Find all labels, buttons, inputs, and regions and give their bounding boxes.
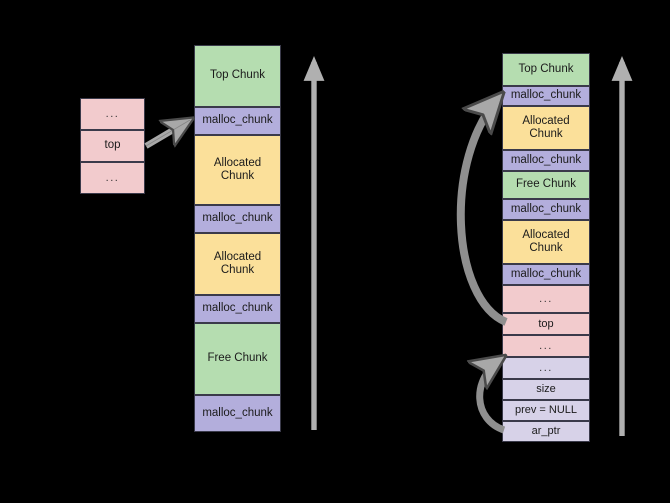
chunk-allocated: Allocated Chunk — [194, 135, 281, 205]
list-item: ... — [80, 98, 145, 130]
struct-field: ... — [502, 357, 590, 379]
chunk-label: malloc_chunk — [510, 267, 582, 280]
chunk-top: Top Chunk — [502, 53, 590, 86]
heap-after: Top Chunk malloc_chunk Allocated Chunk ma… — [502, 53, 590, 442]
chunk-label: Free Chunk — [207, 352, 268, 365]
chunk-header: malloc_chunk — [194, 295, 281, 323]
chunk-header: malloc_chunk — [194, 205, 281, 233]
chunk-header: malloc_chunk — [502, 264, 590, 285]
chunk-label: Allocated Chunk — [522, 114, 570, 140]
chunk-label: Allocated Chunk — [213, 250, 262, 276]
struct-field: ... — [502, 335, 590, 357]
struct-field-label: prev = NULL — [514, 404, 578, 417]
chunk-label: malloc_chunk — [510, 89, 582, 102]
chunk-label: Free Chunk — [515, 178, 577, 191]
chunk-label: malloc_chunk — [510, 202, 582, 215]
chunk-free: Free Chunk — [194, 323, 281, 395]
diagram-canvas: ... top ... Top Chunk malloc_chunk Alloc… — [0, 0, 670, 503]
chunk-allocated: Allocated Chunk — [502, 106, 590, 150]
chunk-label: malloc_chunk — [202, 212, 273, 225]
ar-ptr-curve-arrow — [480, 358, 504, 434]
heap-before: Top Chunk malloc_chunk Allocated Chunk ma… — [194, 45, 281, 432]
chunk-allocated: Allocated Chunk — [502, 220, 590, 264]
top-pointer-arrow — [144, 120, 190, 149]
struct-field-label: ar_ptr — [531, 425, 561, 438]
struct-field-size: size — [502, 379, 590, 400]
chunk-label: malloc_chunk — [510, 153, 582, 166]
struct-field-label: size — [536, 383, 556, 396]
list-item-label: top — [104, 139, 121, 152]
chunk-allocated: Allocated Chunk — [194, 233, 281, 295]
chunk-label: malloc_chunk — [202, 406, 273, 419]
struct-field-label: top — [538, 317, 554, 330]
list-item-label: ... — [105, 171, 120, 184]
top-pointer-curve-arrow — [456, 96, 508, 326]
struct-field-label: ... — [539, 361, 553, 374]
chunk-header: malloc_chunk — [194, 107, 281, 135]
struct-field-ar-ptr: ar_ptr — [502, 421, 590, 442]
arena-struct-left: ... top ... — [80, 98, 145, 194]
struct-field: ... — [502, 285, 590, 313]
list-item-label: ... — [105, 107, 120, 120]
struct-field-label: ... — [539, 339, 553, 352]
chunk-header: malloc_chunk — [502, 86, 590, 106]
chunk-header: malloc_chunk — [502, 199, 590, 220]
struct-field-prev: prev = NULL — [502, 400, 590, 421]
chunk-label: Allocated Chunk — [522, 228, 570, 254]
chunk-label: Allocated Chunk — [213, 156, 262, 182]
chunk-label: malloc_chunk — [202, 302, 273, 315]
list-item: ... — [80, 162, 145, 194]
chunk-label: Top Chunk — [518, 62, 574, 75]
chunk-label: Top Chunk — [210, 69, 265, 82]
struct-field-top: top — [502, 313, 590, 335]
chunk-header: malloc_chunk — [502, 150, 590, 171]
list-item-top: top — [80, 130, 145, 162]
chunk-header: malloc_chunk — [194, 395, 281, 432]
chunk-top: Top Chunk — [194, 45, 281, 107]
chunk-free: Free Chunk — [502, 171, 590, 199]
struct-field-label: ... — [539, 292, 553, 305]
chunk-label: malloc_chunk — [202, 114, 273, 127]
